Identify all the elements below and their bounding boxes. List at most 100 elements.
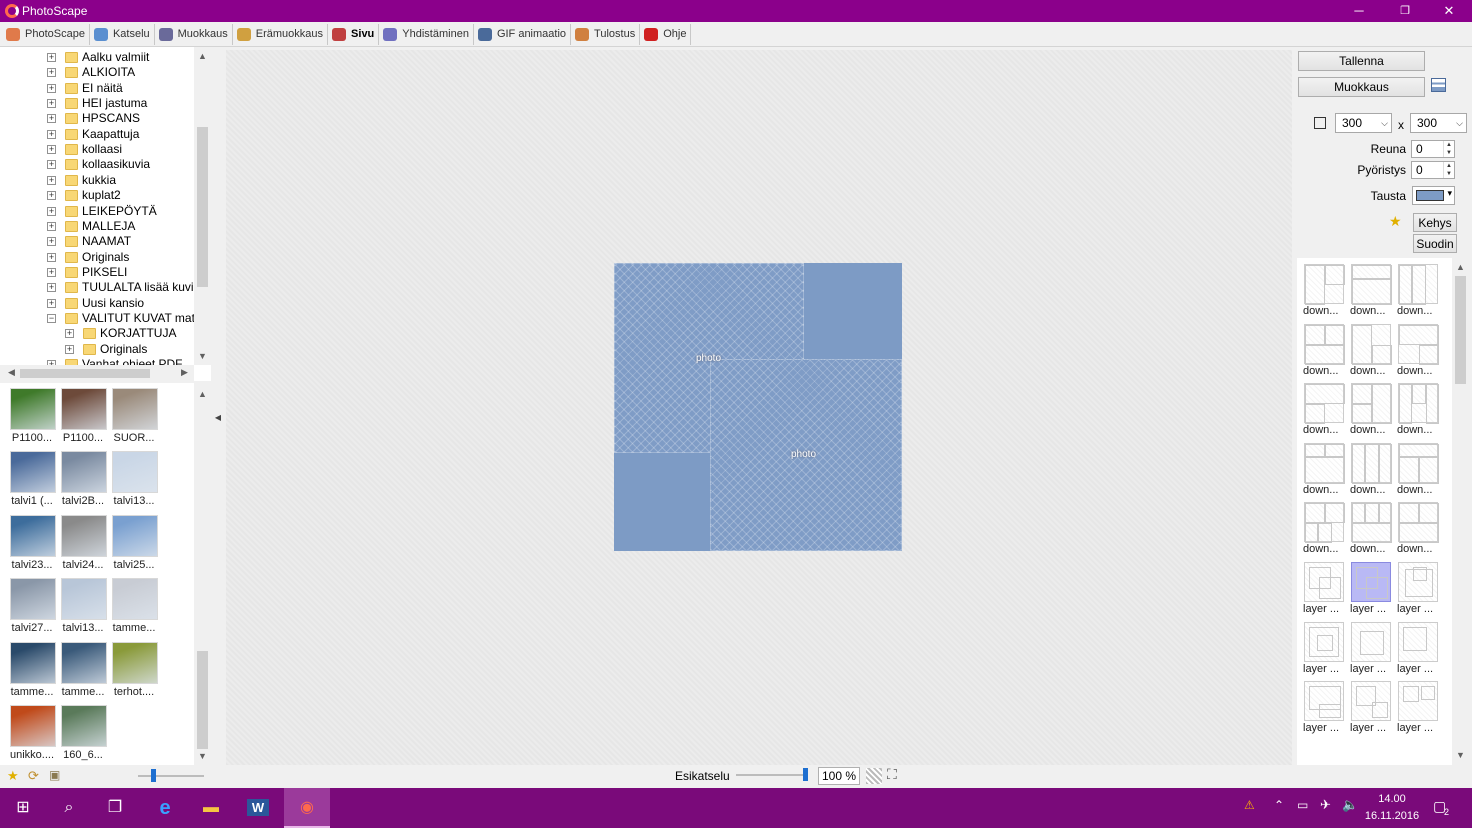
refresh-icon[interactable]: ⟳ bbox=[28, 768, 39, 784]
tab-ohje[interactable]: Ohje bbox=[640, 23, 692, 45]
thumbnail-item[interactable]: talvi27... bbox=[8, 578, 56, 634]
expand-icon[interactable]: + bbox=[47, 114, 56, 124]
collapse-panel-button[interactable]: ◀ bbox=[211, 383, 225, 463]
layout-template[interactable]: down... bbox=[1395, 264, 1441, 317]
background-color-picker[interactable]: ▾ bbox=[1412, 186, 1455, 205]
tree-item[interactable]: + EI näitä bbox=[0, 81, 194, 96]
thumbnail-item[interactable]: tamme... bbox=[59, 641, 107, 698]
tree-item[interactable]: + Kaapattuja bbox=[0, 127, 194, 142]
thumbnail-item[interactable]: talvi1 (... bbox=[8, 451, 56, 507]
thumbnail-item[interactable]: 160_6... bbox=[59, 705, 107, 761]
save-button[interactable]: Tallenna bbox=[1298, 51, 1425, 71]
thumbnail-item[interactable]: terhot.... bbox=[110, 641, 158, 698]
border-spinner[interactable]: 0 ▲ ▼ bbox=[1411, 140, 1455, 158]
expand-icon[interactable]: + bbox=[47, 221, 56, 231]
tree-item[interactable]: + kollaasikuvia bbox=[0, 157, 194, 172]
star-icon[interactable]: ★ bbox=[1389, 213, 1402, 230]
collapse-icon[interactable]: − bbox=[47, 313, 56, 323]
layout-template[interactable]: down... bbox=[1348, 442, 1394, 496]
layout-template[interactable]: layer ... bbox=[1395, 562, 1441, 615]
close-button[interactable]: ✕ bbox=[1426, 0, 1472, 22]
tree-item[interactable]: + HPSCANS bbox=[0, 111, 194, 126]
expand-icon[interactable]: + bbox=[47, 175, 56, 185]
layout-template-grid[interactable]: down... down... down... down... down... down.… bbox=[1297, 258, 1469, 765]
thumbnail-item[interactable]: P1100... bbox=[8, 388, 56, 444]
thumbnail-item[interactable]: SUOR... bbox=[110, 388, 158, 444]
tree-horizontal-scrollbar[interactable]: ◀ ▶ bbox=[0, 365, 194, 381]
layout-template[interactable]: down... bbox=[1301, 383, 1347, 436]
thumbnail-item[interactable]: tamme... bbox=[110, 578, 158, 634]
tree-item[interactable]: + Aalku valmiit bbox=[0, 50, 194, 65]
tab-sivu[interactable]: Sivu bbox=[328, 23, 380, 45]
thumbs-vertical-scrollbar[interactable]: ▲ ▼ bbox=[194, 383, 211, 765]
layout-template[interactable]: down... bbox=[1301, 442, 1347, 496]
favorite-star-icon[interactable]: ★ bbox=[7, 768, 19, 784]
tree-hscroll-thumb[interactable] bbox=[20, 369, 150, 378]
minimize-button[interactable]: ─ bbox=[1336, 0, 1382, 22]
tree-item[interactable]: + TUULALTA lisää kuvia bbox=[0, 280, 200, 295]
thumbnail-item[interactable]: talvi25... bbox=[110, 514, 158, 571]
zoom-slider-handle[interactable] bbox=[803, 768, 808, 781]
scroll-left-arrow-icon[interactable]: ◀ bbox=[3, 367, 20, 378]
expand-icon[interactable]: + bbox=[47, 191, 56, 201]
templates-vertical-scrollbar[interactable]: ▲ ▼ bbox=[1452, 258, 1469, 765]
tab-katselu[interactable]: Katselu bbox=[90, 23, 155, 45]
layout-options-icon[interactable] bbox=[1431, 78, 1446, 92]
edit-button[interactable]: Muokkaus bbox=[1298, 77, 1425, 97]
width-select[interactable]: 300 ⌵ bbox=[1335, 113, 1392, 133]
zoom-value[interactable]: 100 % bbox=[818, 767, 860, 785]
thumbnail-item[interactable]: talvi23... bbox=[8, 514, 56, 571]
layout-template[interactable]: down... bbox=[1301, 264, 1347, 317]
templates-scroll-thumb[interactable] bbox=[1455, 276, 1466, 384]
tree-item[interactable]: + Originals bbox=[0, 250, 194, 265]
layout-template[interactable]: down... bbox=[1395, 383, 1441, 436]
layout-template[interactable]: layer ... bbox=[1301, 562, 1347, 615]
clock-date[interactable]: 16.11.2016 bbox=[1363, 810, 1421, 822]
thumbnail-item[interactable]: P1100... bbox=[59, 388, 107, 444]
layout-template[interactable]: down... bbox=[1348, 323, 1394, 377]
expand-icon[interactable]: + bbox=[65, 329, 74, 339]
thumbs-scroll-thumb[interactable] bbox=[197, 651, 208, 749]
scroll-up-arrow-icon[interactable]: ▲ bbox=[1452, 262, 1469, 272]
task-view-icon[interactable]: ❐ bbox=[92, 788, 138, 828]
layout-template[interactable]: layer ... bbox=[1348, 562, 1394, 615]
tree-item[interactable]: + kollaasi bbox=[0, 142, 194, 157]
expand-icon[interactable]: + bbox=[47, 267, 56, 277]
search-icon[interactable]: ⌕ bbox=[46, 788, 92, 828]
windows-start-icon[interactable]: ⊞ bbox=[0, 788, 46, 828]
tree-item[interactable]: + KORJATTUJA bbox=[0, 326, 194, 341]
spinner-arrows-icon[interactable]: ▲ ▼ bbox=[1443, 141, 1454, 157]
battery-icon[interactable]: ▭ bbox=[1297, 798, 1308, 812]
expand-icon[interactable]: + bbox=[47, 252, 56, 262]
folder-tree[interactable]: + Aalku valmiit + ALKIOITA + EI näitä + HEI jas… bbox=[0, 47, 211, 381]
tree-scroll-thumb[interactable] bbox=[197, 127, 208, 287]
thumbnail-item[interactable]: tamme... bbox=[8, 641, 56, 698]
show-hidden-icons-chevron-icon[interactable]: ⌃ bbox=[1274, 798, 1284, 812]
tree-vertical-scrollbar[interactable]: ▲ ▼ bbox=[194, 47, 211, 365]
tree-item[interactable]: + HEI jastuma bbox=[0, 96, 194, 111]
layout-template[interactable]: down... bbox=[1348, 502, 1394, 555]
layout-template[interactable]: down... bbox=[1301, 502, 1347, 555]
tree-item[interactable]: + PIKSELI bbox=[0, 265, 194, 280]
layout-template[interactable]: layer ... bbox=[1301, 681, 1347, 734]
tab-tulostus[interactable]: Tulostus bbox=[571, 23, 641, 45]
tree-item[interactable]: + LEIKEPÖYTÄ bbox=[0, 204, 194, 219]
layout-template[interactable]: down... bbox=[1301, 323, 1347, 377]
thumbnail-item[interactable]: unikko.... bbox=[8, 705, 56, 761]
tab-muokkaus[interactable]: Muokkaus bbox=[155, 23, 233, 45]
layout-template[interactable]: layer ... bbox=[1348, 681, 1394, 734]
airplane-mode-icon[interactable]: ✈ bbox=[1320, 797, 1331, 813]
tree-item[interactable]: + kuplat2 bbox=[0, 188, 194, 203]
layout-template[interactable]: down... bbox=[1395, 502, 1441, 555]
word-icon[interactable]: W bbox=[235, 788, 281, 828]
thumbnail-item[interactable]: talvi13... bbox=[59, 578, 107, 634]
expand-icon[interactable]: + bbox=[47, 160, 56, 170]
expand-icon[interactable]: + bbox=[47, 53, 56, 62]
expand-icon[interactable]: + bbox=[47, 99, 56, 109]
layout-template[interactable]: layer ... bbox=[1395, 621, 1441, 675]
slider-handle[interactable] bbox=[151, 769, 156, 782]
layout-template[interactable]: down... bbox=[1348, 264, 1394, 317]
expand-icon[interactable]: + bbox=[47, 237, 56, 247]
expand-icon[interactable]: + bbox=[47, 68, 56, 78]
expand-icon[interactable]: + bbox=[47, 298, 56, 308]
